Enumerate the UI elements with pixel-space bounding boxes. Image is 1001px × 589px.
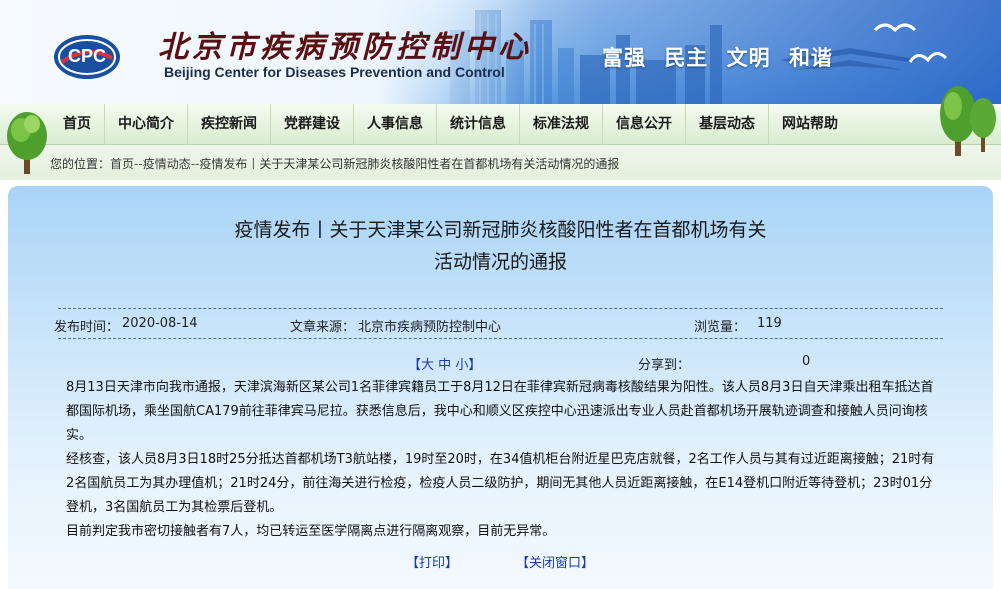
breadcrumb-divider: 丨: [247, 157, 260, 171]
nav-item-help[interactable]: 网站帮助: [769, 104, 851, 145]
breadcrumb-separator: --: [134, 157, 143, 171]
breadcrumb-home[interactable]: 首页: [110, 157, 134, 171]
font-small-button[interactable]: 小: [455, 358, 468, 373]
font-large-button[interactable]: 大: [421, 358, 434, 373]
nav-item-grassroots[interactable]: 基层动态: [686, 104, 769, 145]
nav-item-news[interactable]: 疾控新闻: [188, 104, 271, 145]
slogan: 富强 民主 文明 和谐: [602, 42, 843, 72]
views-label: 浏览量：: [694, 320, 747, 335]
header-banner: CPC 北京市疾病预防控制中心 Beijing Center for Disea…: [0, 0, 1001, 104]
bracket-open: 【: [408, 358, 422, 373]
article-title: 疫情发布丨关于天津某公司新冠肺炎核酸阳性者在首都机场有关 活动情况的通报: [8, 214, 993, 278]
source-name: 北京市疾病预防控制中心: [358, 320, 502, 335]
nav-item-party[interactable]: 党群建设: [271, 104, 354, 145]
slogan-word: 富强: [602, 46, 646, 70]
article-panel: 疫情发布丨关于天津某公司新冠肺炎核酸阳性者在首都机场有关 活动情况的通报 发布时…: [8, 186, 993, 589]
source-label: 文章来源：: [290, 320, 356, 335]
main-nav: 首页 中心简介 疾控新闻 党群建设 人事信息 统计信息 标准法规 信息公开 基层…: [0, 104, 1001, 145]
breadcrumb-prefix: 您的位置：: [50, 157, 111, 171]
logo-letters: CPC: [68, 46, 106, 66]
article-title-line: 疫情发布丨关于天津某公司新冠肺炎核酸阳性者在首都机场有关: [234, 219, 767, 241]
nav-item-statistics[interactable]: 统计信息: [437, 104, 520, 145]
share-count: 0: [802, 354, 811, 369]
article-paragraph: 8月13日天津市向我市通报，天津滨海新区某公司1名菲律宾籍员工于8月12日在菲律…: [66, 380, 934, 443]
breadcrumb-epidemic[interactable]: 疫情动态: [143, 157, 191, 171]
article-body: 8月13日天津市向我市通报，天津滨海新区某公司1名菲律宾籍员工于8月12日在菲律…: [66, 376, 936, 544]
tree-left-icon: [7, 112, 47, 174]
tree-right-small-icon: [970, 98, 996, 152]
nav-item-home[interactable]: 首页: [50, 104, 105, 145]
site-title-en: Beijing Center for Diseases Prevention a…: [164, 64, 505, 80]
divider-bottom: [58, 338, 943, 339]
font-medium-button[interactable]: 中: [438, 358, 451, 373]
print-button[interactable]: 【打印】: [406, 552, 458, 571]
breadcrumb-release[interactable]: 疫情发布: [199, 157, 247, 171]
article-meta: 发布时间： 2020-08-14 文章来源： 北京市疾病预防控制中心 浏览量： …: [8, 316, 993, 335]
nav-list: 首页 中心简介 疾控新闻 党群建设 人事信息 统计信息 标准法规 信息公开 基层…: [50, 104, 851, 145]
slogan-word: 和谐: [788, 46, 833, 70]
views-count: 119: [757, 316, 782, 331]
breadcrumb: 您的位置：首页--疫情动态--疫情发布丨关于天津某公司新冠肺炎核酸阳性者在首都机…: [50, 155, 619, 172]
font-size-switch: 【大 中 小】: [408, 354, 481, 373]
nav-item-disclosure[interactable]: 信息公开: [603, 104, 686, 145]
nav-item-standards[interactable]: 标准法规: [520, 104, 603, 145]
breadcrumb-bar: 您的位置：首页--疫情动态--疫情发布丨关于天津某公司新冠肺炎核酸阳性者在首都机…: [0, 145, 1001, 180]
slogan-word: 文明: [726, 46, 771, 70]
cdc-logo-icon: CPC: [54, 35, 120, 79]
publish-label: 发布时间：: [54, 320, 120, 335]
close-window-button[interactable]: 【关闭窗口】: [516, 552, 594, 571]
slogan-word: 民主: [664, 46, 709, 70]
article-title-line: 活动情况的通报: [433, 251, 567, 273]
divider-top: [58, 308, 943, 309]
share-label: 分享到：: [638, 358, 691, 373]
article-paragraph: 经核查，该人员8月3日18时25分抵达首都机场T3航站楼，19时至20时，在34…: [66, 452, 935, 515]
nav-item-about[interactable]: 中心简介: [105, 104, 188, 145]
article-paragraph: 目前判定我市密切接触者有7人，均已转运至医学隔离点进行隔离观察，目前无异常。: [66, 524, 556, 539]
publish-date: 2020-08-14: [122, 316, 198, 331]
bracket-close: 】: [468, 358, 482, 373]
nav-item-personnel[interactable]: 人事信息: [354, 104, 437, 145]
breadcrumb-current: 关于天津某公司新冠肺炎核酸阳性者在首都机场有关活动情况的通报: [259, 157, 620, 171]
site-title-cn: 北京市疾病预防控制中心: [158, 30, 532, 65]
